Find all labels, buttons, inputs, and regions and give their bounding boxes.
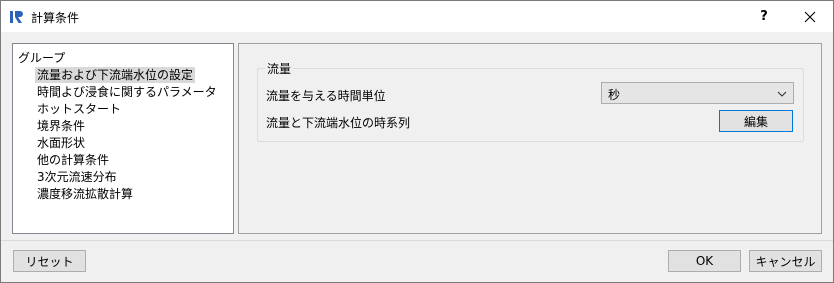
help-label: ? — [760, 9, 768, 24]
tree-item-label: 濃度移流拡散計算 — [37, 187, 134, 201]
close-icon — [804, 11, 816, 22]
close-button[interactable] — [787, 1, 833, 32]
flow-groupbox-title: 流量 — [265, 60, 294, 77]
time-unit-select[interactable]: 秒 — [601, 82, 794, 104]
tree-item-label: 他の計算条件 — [37, 153, 110, 167]
reset-button-label: リセット — [25, 254, 74, 269]
time-unit-value: 秒 — [608, 88, 621, 102]
footer-separator — [1, 240, 833, 241]
tree-item-water-surface[interactable]: 水面形状 — [35, 135, 87, 151]
timeseries-label: 流量と下流端水位の時系列 — [266, 116, 411, 130]
edit-button-label: 編集 — [743, 114, 768, 129]
group-tree[interactable]: グループ 流量および下流端水位の設定 時間よび浸食に関するパラメータ ホットスタ… — [12, 43, 234, 234]
tree-item-3d-velocity[interactable]: 3次元流速分布 — [35, 169, 119, 185]
title-bar: 計算条件 ? — [1, 1, 833, 32]
dialog-window: 計算条件 ? グループ 流量および下流端水位の設定 時間よび浸食に関するパラメー… — [0, 0, 834, 283]
ok-button[interactable]: OK — [668, 250, 741, 272]
tree-item-label: 境界条件 — [37, 119, 86, 133]
tree-item-time-erosion[interactable]: 時間よび浸食に関するパラメータ — [35, 84, 219, 100]
tree-root-label: グループ — [18, 51, 66, 65]
time-unit-label: 流量を与える時間単位 — [266, 89, 386, 103]
tree-item-hot-start[interactable]: ホットスタート — [35, 101, 123, 117]
tree-item-label: 3次元流速分布 — [37, 170, 117, 184]
cancel-button-label: キャンセル — [755, 254, 816, 269]
edit-timeseries-button[interactable]: 編集 — [719, 110, 793, 132]
tree-item-label: 時間よび浸食に関するパラメータ — [37, 85, 217, 99]
iric-logo-icon — [10, 11, 23, 23]
tree-item-label: 水面形状 — [37, 136, 86, 150]
tree-item-other[interactable]: 他の計算条件 — [35, 152, 111, 168]
ok-button-label: OK — [695, 254, 714, 268]
tree-item-concentration[interactable]: 濃度移流拡散計算 — [35, 186, 135, 202]
tree-item-boundary[interactable]: 境界条件 — [35, 118, 87, 134]
chevron-down-icon — [777, 91, 787, 97]
help-button[interactable]: ? — [741, 1, 787, 32]
cancel-button[interactable]: キャンセル — [749, 250, 822, 272]
window-title: 計算条件 — [31, 11, 80, 25]
reset-button[interactable]: リセット — [13, 250, 86, 272]
tree-item-flow-settings[interactable]: 流量および下流端水位の設定 — [35, 67, 196, 83]
tree-item-label: ホットスタート — [37, 102, 122, 116]
tree-item-label: 流量および下流端水位の設定 — [37, 68, 194, 82]
